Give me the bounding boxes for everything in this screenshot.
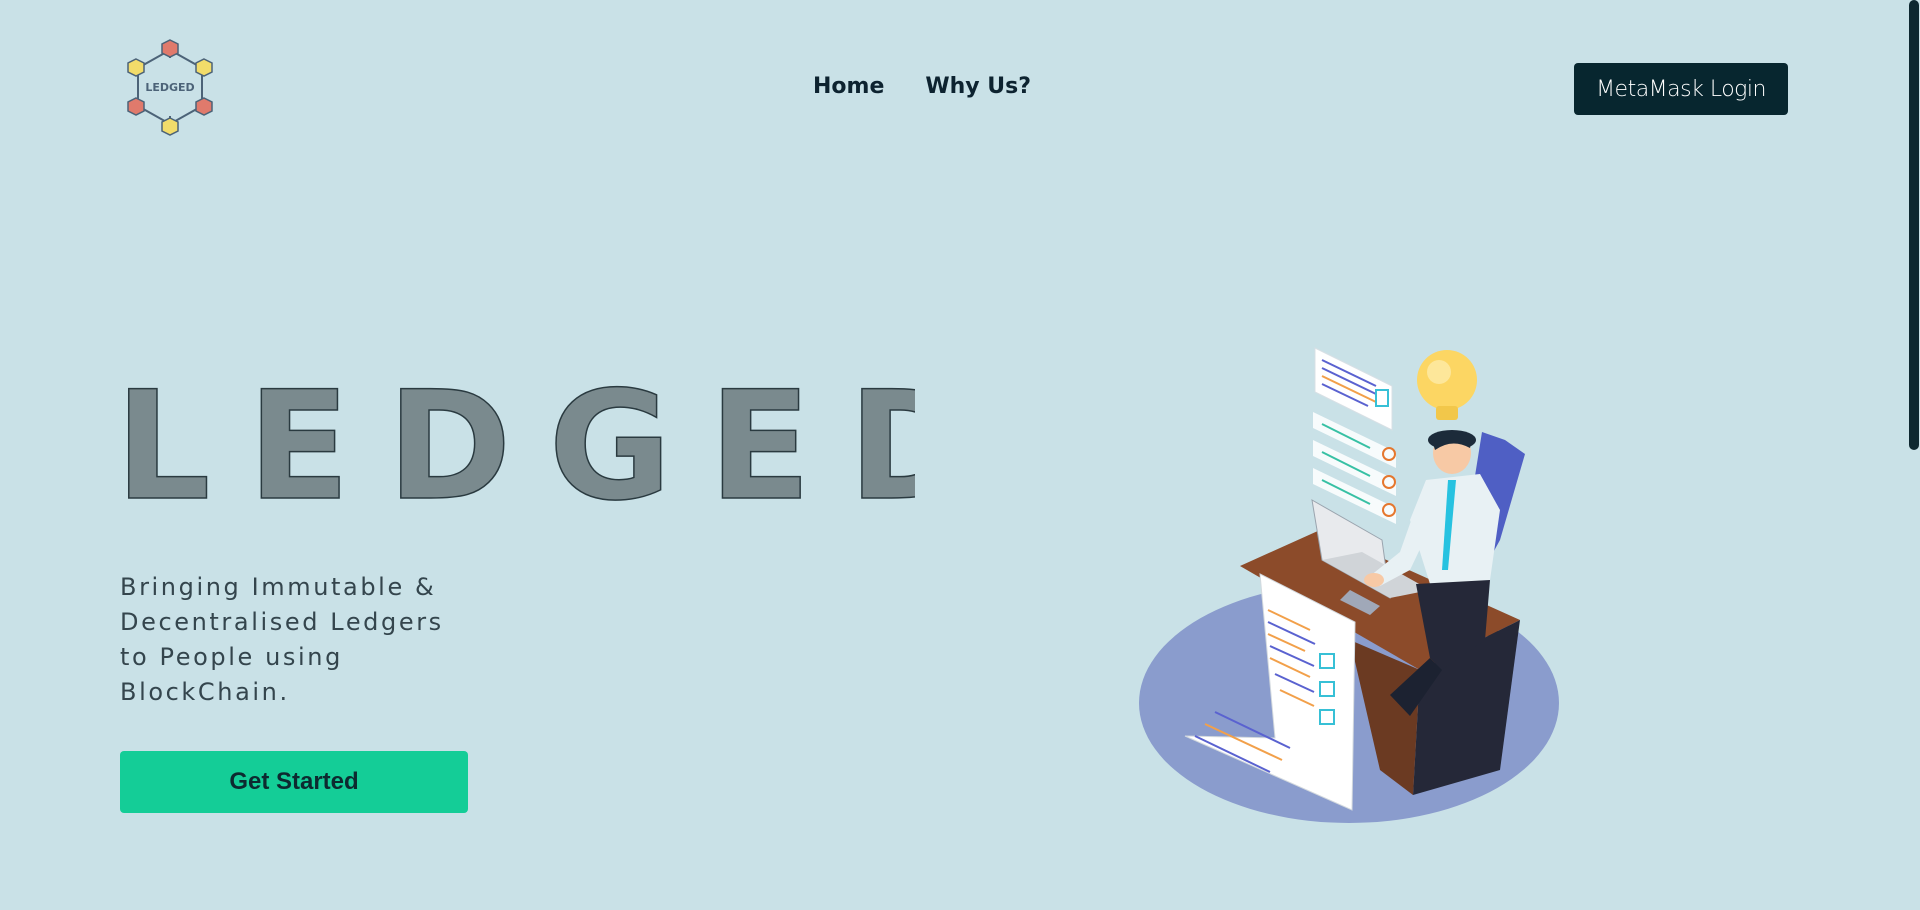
- landing-page: LEDGED Home Why Us? MetaMask Login LEDGE…: [0, 0, 1920, 910]
- logo-text: LEDGED: [145, 81, 194, 94]
- metamask-login-button[interactable]: MetaMask Login: [1574, 63, 1788, 115]
- scrollbar-thumb[interactable]: [1909, 0, 1919, 450]
- tagline-line: BlockChain.: [120, 678, 290, 706]
- tagline-line: to People using: [120, 643, 343, 671]
- hero-title: LEDGED: [114, 359, 973, 535]
- lightbulb-icon: [1417, 350, 1477, 420]
- tagline-line: Bringing Immutable &: [120, 573, 437, 601]
- nav-why-us[interactable]: Why Us?: [925, 74, 1031, 99]
- tagline-line: Decentralised Ledgers: [120, 608, 444, 636]
- logo[interactable]: LEDGED: [120, 36, 220, 140]
- blockchain-hexagon-icon: LEDGED: [127, 39, 213, 136]
- hero-title-text: LEDGED: [115, 366, 915, 516]
- main-nav: Home Why Us?: [813, 74, 1031, 99]
- person-at-desk-illustration: [1130, 340, 1570, 830]
- scrollbar[interactable]: [1908, 0, 1920, 910]
- hero-tagline: Bringing Immutable & Decentralised Ledge…: [120, 570, 460, 710]
- get-started-button[interactable]: Get Started: [120, 751, 468, 813]
- floating-document: [1314, 347, 1393, 431]
- nav-home[interactable]: Home: [813, 74, 884, 99]
